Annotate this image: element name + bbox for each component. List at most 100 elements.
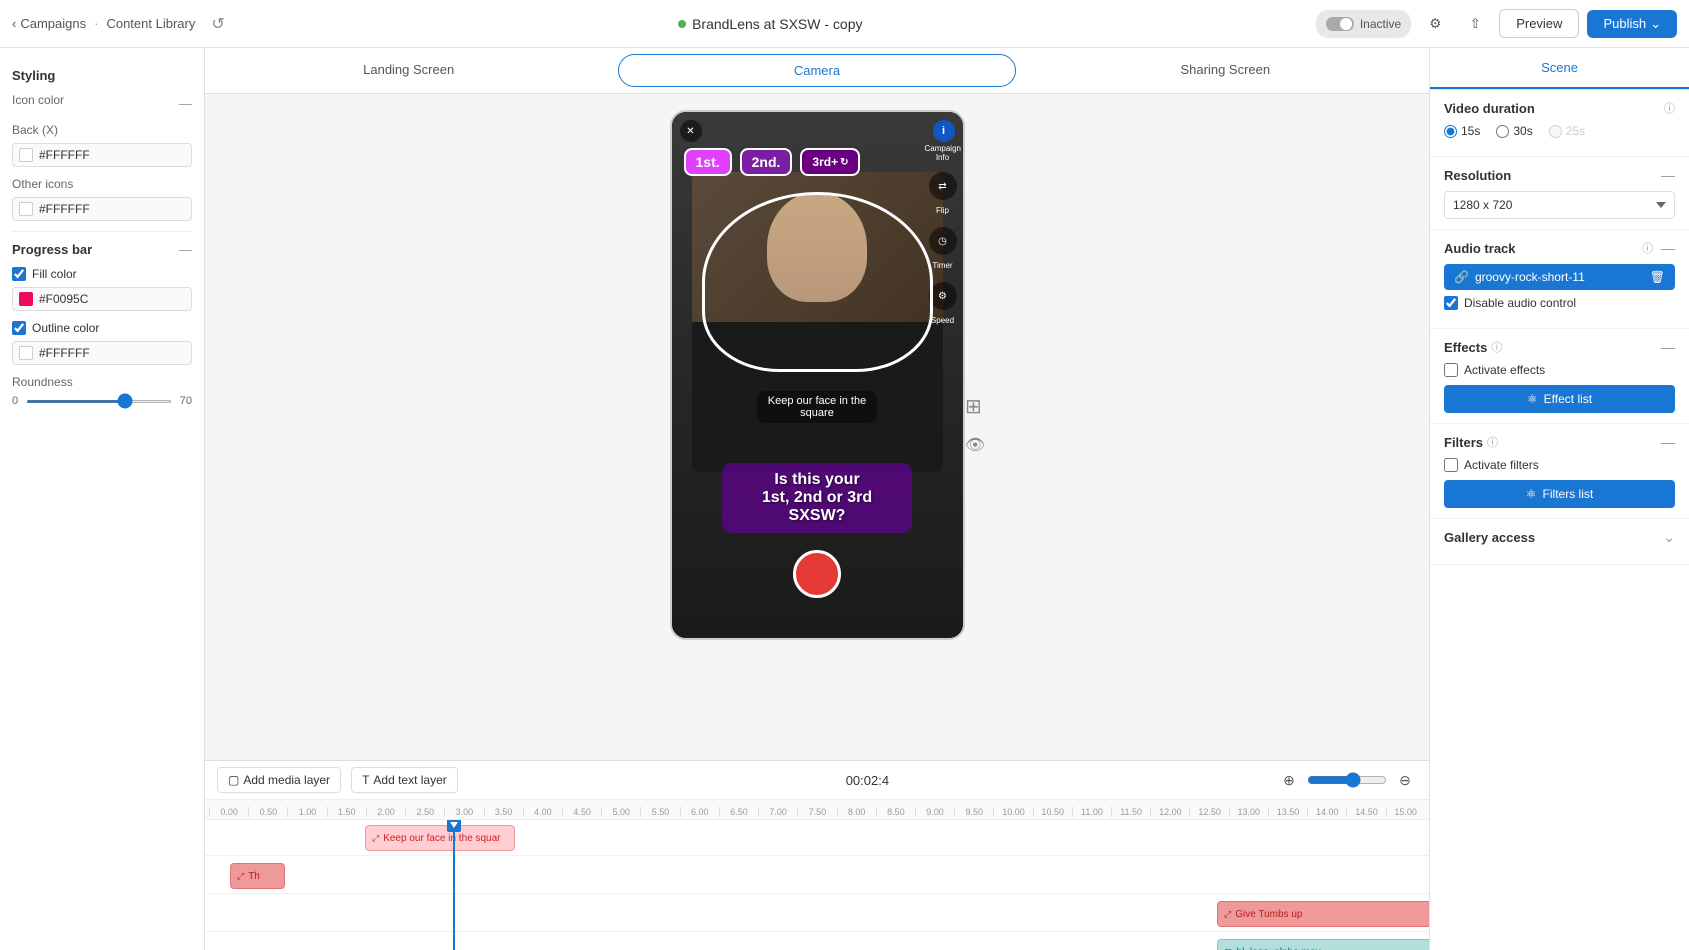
filters-collapse[interactable]: — — [1661, 434, 1675, 450]
add-media-layer-button[interactable]: ▢ Add media layer — [217, 767, 341, 793]
playhead[interactable] — [453, 820, 455, 950]
speed-button[interactable]: ⚙ — [929, 282, 957, 310]
back-x-label: Back (X) — [12, 123, 192, 137]
effect-list-button[interactable]: ⚛ Effect list — [1444, 385, 1675, 413]
progress-bar-collapse[interactable]: — — [179, 242, 192, 257]
filter-list-button[interactable]: ⚛ Filters list — [1444, 480, 1675, 508]
zoom-out-button[interactable]: ⊖ — [1393, 768, 1417, 792]
back-x-swatch — [19, 148, 33, 162]
timeline-ruler: 0.00 0.50 1.00 1.50 2.00 2.50 3.00 3.50 … — [205, 800, 1429, 820]
info-icon: i — [942, 125, 945, 137]
duration-25s-radio — [1549, 125, 1562, 138]
drag-handle[interactable]: ⊞ — [965, 394, 985, 419]
face-detect-box — [702, 192, 933, 372]
filters-title: Filters — [1444, 435, 1483, 450]
resolution-collapse[interactable]: — — [1661, 167, 1675, 183]
publish-button[interactable]: Publish ⌄ — [1587, 10, 1677, 38]
back-button[interactable]: ‹ Campaigns — [12, 16, 86, 31]
duration-30s-radio[interactable] — [1496, 125, 1509, 138]
roundness-slider[interactable] — [26, 400, 172, 403]
phone-close-button[interactable]: ✕ — [680, 120, 702, 142]
clip-bl-logo[interactable]: ▢ bl_logo_alpha.mov — [1217, 939, 1429, 950]
ruler-mark: 3.50 — [484, 807, 523, 817]
icon-color-collapse[interactable]: — — [179, 96, 192, 111]
campaigns-breadcrumb[interactable]: Campaigns — [20, 16, 86, 31]
back-x-color-field[interactable]: #FFFFFF — [12, 143, 192, 167]
inactive-toggle[interactable]: Inactive — [1316, 10, 1411, 38]
duration-30s-option[interactable]: 30s — [1496, 124, 1532, 138]
tab-sharing-screen[interactable]: Sharing Screen — [1022, 48, 1429, 93]
divider1 — [12, 231, 192, 232]
scene-tab[interactable]: Scene — [1430, 48, 1689, 89]
add-text-icon: T — [362, 773, 369, 787]
zoom-in-button[interactable]: ⊕ — [1277, 768, 1301, 792]
effects-info[interactable]: ⓘ — [1491, 339, 1502, 355]
ruler-mark: 8.00 — [837, 807, 876, 817]
record-button[interactable] — [793, 550, 841, 598]
ruler-mark: 10.50 — [1033, 807, 1072, 817]
clip-give-tumbs-icon: ⤢ — [1224, 909, 1231, 920]
filter-list-icon: ⚛ — [1526, 487, 1537, 501]
back-icon: ‹ — [12, 16, 16, 31]
undo-icon[interactable]: ↺ — [211, 14, 224, 34]
fill-color-value: #F0095C — [39, 292, 88, 306]
content-library-breadcrumb[interactable]: Content Library — [106, 16, 195, 31]
tab-landing-screen[interactable]: Landing Screen — [205, 48, 612, 93]
ruler-mark: 0.00 — [209, 807, 248, 817]
flip-button[interactable]: ⇄ — [929, 172, 957, 200]
project-title[interactable]: BrandLens at SXSW - copy — [692, 16, 862, 32]
preview-button[interactable]: Preview — [1499, 9, 1579, 38]
speed-label: Speed — [931, 316, 954, 325]
filters-section: Filters ⓘ — Activate filters ⚛ Filters l… — [1430, 424, 1689, 519]
timer-button[interactable]: ◷ — [929, 227, 957, 255]
ruler-mark: 7.50 — [797, 807, 836, 817]
audio-track-delete-button[interactable]: 🗑 — [1650, 270, 1665, 284]
inactive-label: Inactive — [1360, 17, 1401, 31]
audio-track-collapse[interactable]: — — [1661, 240, 1675, 256]
duration-30s-label: 30s — [1513, 124, 1532, 138]
roundness-max: 70 — [180, 395, 192, 407]
duration-15s-radio[interactable] — [1444, 125, 1457, 138]
fill-color-field[interactable]: #F0095C — [12, 287, 192, 311]
outline-color-checkbox[interactable] — [12, 321, 26, 335]
outline-color-field[interactable]: #FFFFFF — [12, 341, 192, 365]
gallery-access-collapse[interactable]: ⌄ — [1663, 529, 1675, 546]
audio-track-name: groovy-rock-short-11 — [1475, 270, 1644, 284]
phone-info-button[interactable]: i — [933, 120, 955, 142]
timeline: ▢ Add media layer T Add text layer 00:02… — [205, 760, 1429, 950]
fill-color-checkbox[interactable] — [12, 267, 26, 281]
activate-effects-checkbox[interactable] — [1444, 363, 1458, 377]
activate-filters-checkbox[interactable] — [1444, 458, 1458, 472]
settings-button[interactable]: ⚙ — [1419, 8, 1451, 40]
timeline-track-4: ▢ bl_logo_alpha.mov — [205, 934, 1429, 950]
gallery-access-section: Gallery access ⌄ — [1430, 519, 1689, 565]
rank3-refresh-icon: ↻ — [840, 157, 848, 168]
ruler-mark: 6.50 — [719, 807, 758, 817]
rank-badge-3rd: 3rd+ ↻ — [800, 148, 860, 176]
resolution-header: Resolution — — [1444, 167, 1675, 183]
clip-icon-small: ⤢ — [237, 871, 244, 882]
duration-15s-option[interactable]: 15s — [1444, 124, 1480, 138]
share-button[interactable]: ⇧ — [1459, 8, 1491, 40]
gallery-access-title: Gallery access — [1444, 530, 1535, 545]
visibility-toggle[interactable]: 👁 — [965, 435, 985, 455]
clip-text-small[interactable]: ⤢ Th — [230, 863, 285, 889]
tab-camera[interactable]: Camera — [618, 54, 1015, 87]
activate-filters-row: Activate filters — [1444, 458, 1675, 472]
effects-collapse[interactable]: — — [1661, 339, 1675, 355]
other-icons-color-field[interactable]: #FFFFFF — [12, 197, 192, 221]
video-duration-info[interactable]: ⓘ — [1664, 100, 1675, 116]
audio-track-section: Audio track ⓘ — 🔗 groovy-rock-short-11 🗑… — [1430, 230, 1689, 329]
zoom-slider[interactable] — [1307, 772, 1387, 788]
resolution-select[interactable]: 1280 x 720 — [1444, 191, 1675, 219]
filters-info[interactable]: ⓘ — [1487, 434, 1498, 450]
clip-give-tumbs[interactable]: ⤢ Give Tumbs up — [1217, 901, 1429, 927]
icon-color-header: Icon color — — [12, 93, 192, 113]
audio-track-info[interactable]: ⓘ — [1642, 240, 1653, 256]
disable-audio-checkbox[interactable] — [1444, 296, 1458, 310]
clip-face-guide[interactable]: ⤢ Keep our face in the squar — [365, 825, 515, 851]
add-text-layer-button[interactable]: T Add text layer — [351, 767, 458, 793]
roundness-min: 0 — [12, 395, 18, 407]
phone-frame: ✕ i Campaign Info 1st. 2nd. 3rd+ ↻ — [670, 110, 965, 640]
playhead-head — [447, 820, 461, 832]
